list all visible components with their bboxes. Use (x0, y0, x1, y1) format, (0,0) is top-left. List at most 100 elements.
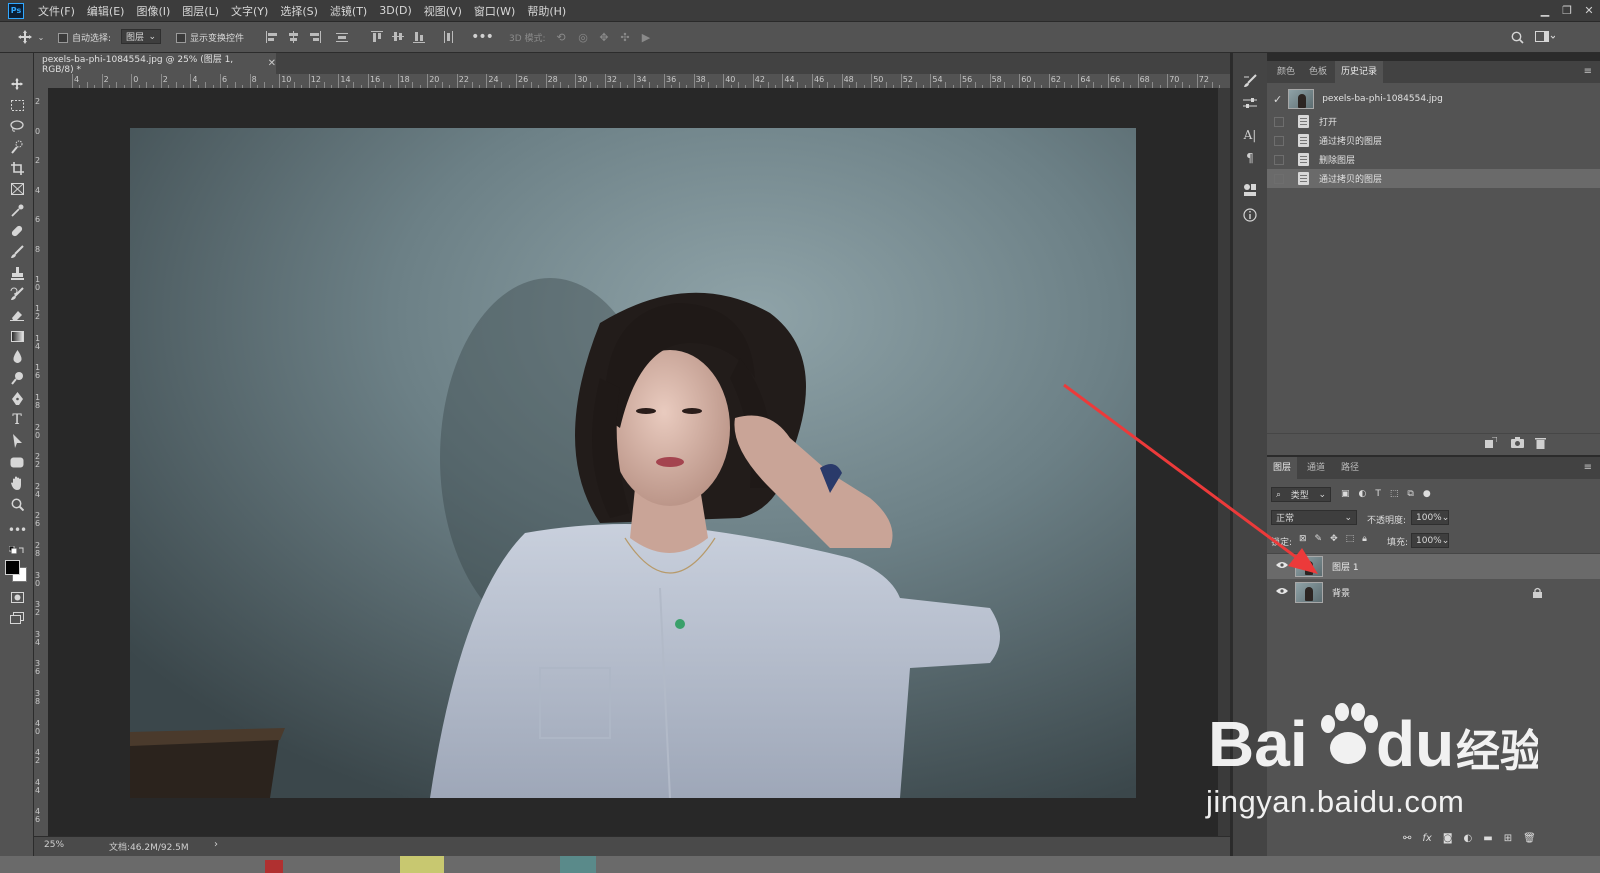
info-icon[interactable] (1242, 207, 1258, 223)
menu-select[interactable]: 选择(S) (280, 3, 318, 19)
layer-row[interactable]: 背景 (1267, 580, 1600, 605)
3d-scale-icon[interactable]: ▶ (638, 28, 654, 46)
menu-type[interactable]: 文字(Y) (231, 3, 268, 19)
minimize-icon[interactable]: ▁ (1534, 0, 1556, 21)
menu-image[interactable]: 图像(I) (136, 3, 170, 19)
distribute-vertical-icon[interactable] (440, 28, 456, 46)
menu-file[interactable]: 文件(F) (38, 3, 75, 19)
new-layer-icon[interactable]: ⊞ (1504, 833, 1512, 844)
tab-swatches[interactable]: 色板 (1303, 61, 1333, 83)
filter-toggle-icon[interactable]: ● (1423, 489, 1431, 499)
move-tool-icon[interactable] (7, 75, 27, 93)
lock-transparency-icon[interactable]: ⊠ (1299, 534, 1307, 544)
close-icon[interactable]: ✕ (268, 58, 276, 69)
auto-select-dropdown[interactable]: 图层 ⌄ (121, 29, 161, 44)
clone-stamp-tool-icon[interactable] (7, 264, 27, 282)
crop-tool-icon[interactable] (7, 159, 27, 177)
menu-view[interactable]: 视图(V) (424, 3, 462, 19)
search-icon[interactable] (1509, 28, 1525, 46)
dodge-tool-icon[interactable] (7, 369, 27, 387)
shape-filter-icon[interactable]: ⬚ (1390, 489, 1399, 499)
align-top-icon[interactable] (369, 28, 385, 46)
smart-object-filter-icon[interactable]: ⧉ (1407, 489, 1413, 499)
blur-tool-icon[interactable] (7, 348, 27, 366)
edit-toolbar-icon[interactable]: ••• (7, 521, 27, 539)
document-tab[interactable]: pexels-ba-phi-1084554.jpg @ 25% (图层 1, R… (34, 53, 276, 75)
link-layers-icon[interactable]: ⚯ (1403, 833, 1411, 844)
lock-position-icon[interactable]: ✥ (1330, 534, 1338, 544)
marquee-tool-icon[interactable] (7, 96, 27, 114)
eraser-tool-icon[interactable] (7, 306, 27, 324)
workspace-switcher-icon[interactable] (1533, 28, 1557, 46)
lasso-tool-icon[interactable] (7, 117, 27, 135)
quick-selection-tool-icon[interactable] (7, 138, 27, 156)
3d-roll-icon[interactable]: ◎ (575, 28, 591, 46)
restore-icon[interactable]: ❐ (1556, 0, 1578, 21)
close-icon[interactable]: ✕ (1578, 0, 1600, 21)
menu-filter[interactable]: 滤镜(T) (330, 3, 367, 19)
menu-3d[interactable]: 3D(D) (379, 4, 412, 17)
document-image[interactable] (130, 128, 1136, 798)
blend-mode-dropdown[interactable]: 正常 ⌄ (1271, 510, 1357, 525)
pixel-filter-icon[interactable]: ▣ (1341, 489, 1350, 499)
adjustment-filter-icon[interactable]: ◐ (1359, 489, 1367, 499)
3d-pan-icon[interactable]: ✥ (596, 28, 612, 46)
healing-brush-tool-icon[interactable] (7, 222, 27, 240)
align-bottom-icon[interactable] (411, 28, 427, 46)
paragraph-panel-icon[interactable]: ¶ (1242, 150, 1258, 166)
tab-color[interactable]: 颜色 (1271, 61, 1301, 83)
layer-style-fx-icon[interactable]: fx (1422, 833, 1431, 844)
menu-layer[interactable]: 图层(L) (182, 3, 219, 19)
visibility-eye-icon[interactable] (1276, 587, 1289, 598)
eyedropper-tool-icon[interactable] (7, 201, 27, 219)
tab-paths[interactable]: 路径 (1335, 457, 1365, 479)
foreground-color-swatch[interactable] (5, 560, 20, 575)
chevron-down-icon[interactable]: ⌄ (37, 28, 45, 46)
move-tool-preset-icon[interactable] (14, 28, 36, 46)
taskbar-app-icon[interactable] (560, 856, 596, 873)
type-tool-icon[interactable]: T (7, 411, 27, 429)
layer-row[interactable]: 图层 1 (1267, 554, 1600, 579)
brush-tool-icon[interactable] (7, 243, 27, 261)
history-step-selected[interactable]: 通过拷贝的图层 (1267, 169, 1600, 188)
type-filter-icon[interactable]: T (1375, 489, 1381, 499)
layer-filter-dropdown[interactable]: ⌕ 类型 ⌄ (1271, 487, 1331, 502)
taskbar-app-icon[interactable] (265, 860, 283, 873)
3d-slide-icon[interactable]: ✣ (617, 28, 633, 46)
align-right-icon[interactable] (307, 28, 323, 46)
character-panel-icon[interactable]: A| (1242, 127, 1258, 143)
camera-icon[interactable] (1511, 437, 1525, 451)
lock-pixels-icon[interactable]: ✎ (1315, 534, 1323, 544)
path-selection-tool-icon[interactable] (7, 432, 27, 450)
layer-name[interactable]: 背景 (1332, 586, 1350, 599)
history-brush-tool-icon[interactable] (7, 285, 27, 303)
history-snapshot[interactable]: ✓ pexels-ba-phi-1084554.jpg (1267, 87, 1600, 111)
new-group-folder-icon[interactable]: ▬ (1483, 833, 1492, 844)
visibility-eye-icon[interactable] (1276, 561, 1289, 572)
align-left-icon[interactable] (264, 28, 280, 46)
more-options-icon[interactable]: ••• (471, 28, 494, 46)
menu-window[interactable]: 窗口(W) (474, 3, 515, 19)
history-step[interactable]: 删除图层 (1267, 150, 1600, 169)
trash-icon[interactable]: 🗑︎ (1523, 833, 1536, 844)
brush-settings-icon[interactable] (1242, 73, 1258, 89)
trash-icon[interactable] (1535, 437, 1549, 451)
new-document-from-state-icon[interactable] (1485, 436, 1499, 451)
zoom-tool-icon[interactable] (7, 495, 27, 513)
pen-tool-icon[interactable] (7, 390, 27, 408)
auto-select-checkbox[interactable]: 自动选择: (58, 31, 111, 44)
lock-all-icon[interactable]: 🔒︎ (1362, 534, 1367, 544)
align-center-icon[interactable] (286, 28, 302, 46)
taskbar-app-icon[interactable] (400, 856, 444, 873)
distribute-icon[interactable] (334, 28, 350, 46)
fill-input[interactable]: 100% ⌄ (1411, 533, 1449, 548)
new-adjustment-layer-icon[interactable]: ◐ (1464, 833, 1473, 844)
show-transform-checkbox[interactable]: 显示变换控件 (176, 31, 244, 44)
tab-history[interactable]: 历史记录 (1335, 61, 1384, 83)
chevron-right-icon[interactable]: › (214, 839, 218, 850)
tab-channels[interactable]: 通道 (1301, 457, 1331, 479)
panel-menu-icon[interactable]: ≡ (1584, 66, 1592, 77)
history-step[interactable]: 打开 (1267, 112, 1600, 131)
zoom-level[interactable]: 25% (44, 840, 64, 850)
quick-mask-icon[interactable] (7, 588, 27, 606)
